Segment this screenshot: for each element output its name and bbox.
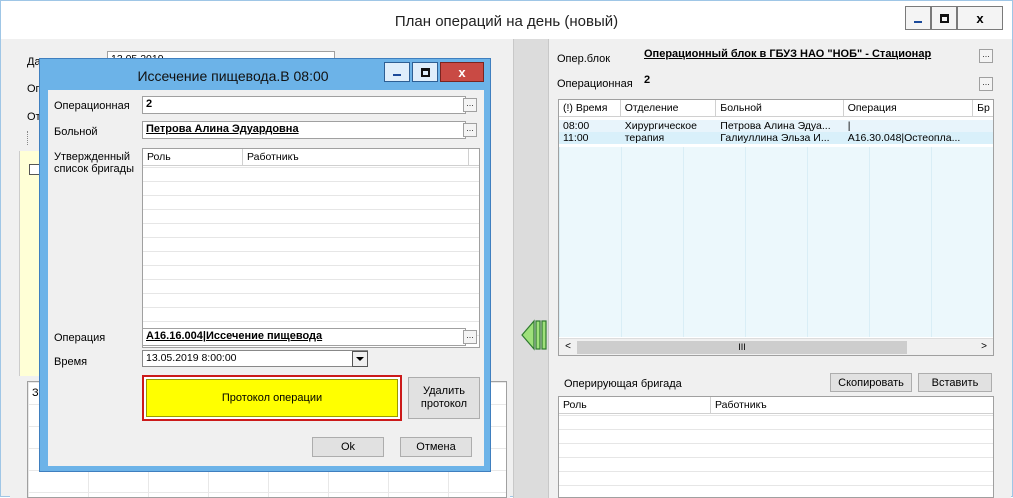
schedule-cell: Хирургическое xyxy=(624,120,697,132)
schedule-col-time[interactable]: (!) Время xyxy=(559,100,621,116)
main-maximize-button[interactable] xyxy=(931,6,957,30)
patient-value: Петрова Алина Эдуардовна xyxy=(146,123,299,135)
dialog-body: Операционная 2 ... Больной Петрова Алина… xyxy=(48,90,484,466)
time-value: 13.05.2019 8:00:00 xyxy=(146,352,237,364)
operation-value: А16.16.004|Иссечение пищевода xyxy=(146,330,323,342)
team-grid-body xyxy=(559,415,993,497)
maximize-icon xyxy=(939,13,949,23)
schedule-cell: А16.30.048|Остеопла... xyxy=(847,132,961,144)
approved-team-grid-header: Роль Работникъ xyxy=(143,149,479,166)
scroll-right-icon[interactable]: > xyxy=(977,341,991,354)
patient-label: Больной xyxy=(54,126,98,138)
main-window-title: План операций на день (новый) xyxy=(394,13,619,30)
oper-block-field[interactable]: Операционный блок в ГБУЗ НАО "НОБ" - Ста… xyxy=(641,47,993,67)
scroll-left-icon[interactable]: < xyxy=(561,341,575,354)
paste-button[interactable]: Вставить xyxy=(918,373,992,392)
time-label: Время xyxy=(54,356,88,368)
schedule-grid-header: (!) Время Отделение Больной Операция Бр xyxy=(559,100,993,117)
schedule-col-operation[interactable]: Операция xyxy=(844,100,974,116)
approved-team-col-worker[interactable]: Работникъ xyxy=(243,149,469,165)
patient-field[interactable]: Петрова Алина Эдуардовна xyxy=(142,121,466,139)
team-label: Оперирующая бригада xyxy=(564,378,682,390)
team-grid-header: Роль Работникъ xyxy=(559,397,993,414)
dialog-operating-room-field[interactable]: 2 xyxy=(142,96,466,114)
schedule-cell: 08:00 xyxy=(563,120,590,132)
operation-field[interactable]: А16.16.004|Иссечение пищевода xyxy=(142,328,466,346)
operation-label: Операция xyxy=(54,332,106,344)
schedule-row[interactable]: 11:00 терапия Галиуллина Эльза И... А16.… xyxy=(559,132,993,144)
approved-team-grid-body xyxy=(143,167,479,347)
approved-team-col-role[interactable]: Роль xyxy=(143,149,243,165)
minimize-icon xyxy=(393,74,401,76)
time-field[interactable]: 13.05.2019 8:00:00 xyxy=(142,350,368,367)
approved-team-grid: Роль Работникъ xyxy=(142,148,480,348)
team-col-worker[interactable]: Работникъ xyxy=(711,397,993,413)
dialog-operating-room-ellipsis-button[interactable]: ... xyxy=(463,98,477,112)
left-bottom-label: З xyxy=(32,387,39,399)
schedule-cell: Галиуллина Эльза И... xyxy=(720,132,830,144)
operation-dialog: Иссечение пищевода.В 08:00 x Операционна… xyxy=(39,58,491,472)
schedule-grid: (!) Время Отделение Больной Операция Бр … xyxy=(558,99,994,356)
cancel-button[interactable]: Отмена xyxy=(400,437,472,457)
dialog-minimize-button[interactable] xyxy=(384,62,410,82)
panel-splitter[interactable] xyxy=(513,39,549,498)
close-icon: x xyxy=(458,64,466,80)
schedule-col-department[interactable]: Отделение xyxy=(621,100,717,116)
schedule-empty-area xyxy=(559,147,993,337)
schedule-cell: | xyxy=(847,120,851,132)
minimize-icon xyxy=(914,21,922,23)
chevron-down-icon xyxy=(356,357,364,361)
left-yellow-strip xyxy=(19,151,41,376)
schedule-cell: 11:00 xyxy=(563,132,589,144)
schedule-cell: терапия xyxy=(624,132,665,144)
operation-ellipsis-button[interactable]: ... xyxy=(463,330,477,344)
protocol-button[interactable]: Протокол операции xyxy=(146,379,398,417)
oper-block-label: Опер.блок xyxy=(557,53,611,65)
left-grip xyxy=(27,131,37,145)
protocol-button-frame: Протокол операции xyxy=(142,375,402,421)
schedule-hscrollbar[interactable]: < III > xyxy=(559,338,993,355)
schedule-cell: Петрова Алина Эдуа... xyxy=(720,120,831,132)
ok-button[interactable]: Ok xyxy=(312,437,384,457)
oper-block-value: Операционный блок в ГБУЗ НАО "НОБ" - Ста… xyxy=(644,48,932,60)
move-left-arrow-icon[interactable] xyxy=(514,315,550,355)
right-operating-room-ellipsis-button[interactable]: ... xyxy=(979,77,993,91)
maximize-icon xyxy=(420,67,430,77)
dialog-operating-room-label: Операционная xyxy=(54,100,130,112)
main-close-button[interactable]: x xyxy=(957,6,1003,30)
schedule-col-team[interactable]: Бр xyxy=(973,100,993,116)
schedule-col-patient[interactable]: Больной xyxy=(716,100,844,116)
schedule-scroll-thumb[interactable]: III xyxy=(577,341,907,354)
dialog-title: Иссечение пищевода.В 08:00 xyxy=(137,68,329,84)
scroll-thumb-grip: III xyxy=(738,342,746,352)
dialog-close-button[interactable]: x xyxy=(440,62,484,82)
right-operating-room-value: 2 xyxy=(644,74,651,86)
team-col-role[interactable]: Роль xyxy=(559,397,711,413)
time-dropdown-button[interactable] xyxy=(352,351,368,367)
copy-button[interactable]: Скопировать xyxy=(830,373,912,392)
approved-team-label: Утвержденный список бригады xyxy=(54,151,134,175)
delete-protocol-button[interactable]: Удалить протокол xyxy=(408,377,480,419)
dialog-maximize-button[interactable] xyxy=(412,62,438,82)
patient-ellipsis-button[interactable]: ... xyxy=(463,123,477,137)
right-operating-room-label: Операционная xyxy=(557,78,633,90)
schedule-cell xyxy=(973,132,993,144)
close-icon: x xyxy=(976,10,984,26)
main-titlebar: План операций на день (новый) x xyxy=(1,1,1012,39)
team-grid: Роль Работникъ xyxy=(558,396,994,498)
dialog-operating-room-value: 2 xyxy=(146,98,153,110)
right-operating-room-field[interactable]: 2 xyxy=(641,73,993,93)
schedule-cell xyxy=(973,120,993,132)
oper-block-ellipsis-button[interactable]: ... xyxy=(979,49,993,63)
schedule-row[interactable]: 08:00 Хирургическое Петрова Алина Эдуа..… xyxy=(559,120,993,132)
main-minimize-button[interactable] xyxy=(905,6,931,30)
